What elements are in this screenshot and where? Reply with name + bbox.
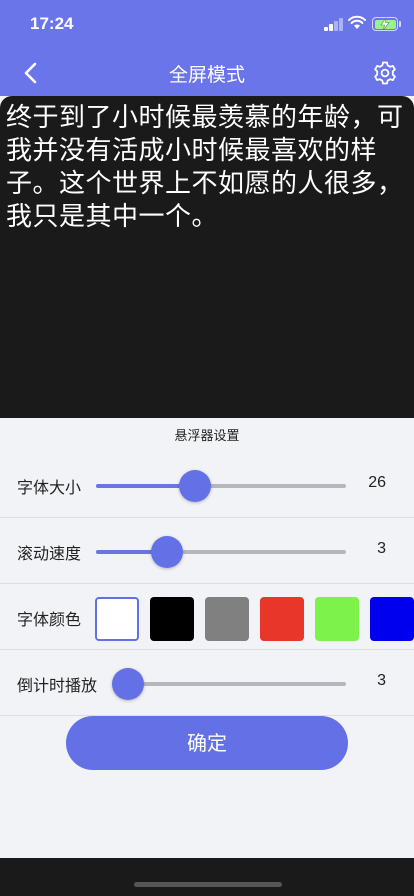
font-size-slider-thumb[interactable]: [178, 470, 211, 502]
charging-bolt-icon: [380, 17, 390, 31]
teleprompter-text: 终于到了小时候最羡慕的年龄，可我并没有活成小时候最喜欢的样子。这个世界上不如愿的…: [6, 103, 404, 232]
page-title: 全屏模式: [168, 64, 245, 86]
scroll-speed-label: 滚动速度: [17, 544, 82, 563]
font-color-row: 字体颜色: [0, 584, 414, 650]
countdown-value: 3: [377, 672, 386, 689]
countdown-row: 倒计时播放 3: [0, 650, 414, 716]
color-swatch[interactable]: [370, 597, 414, 641]
gear-icon: [374, 61, 396, 85]
font-size-label: 字体大小: [17, 478, 82, 497]
header: 17:24 全屏模式: [0, 0, 414, 96]
wifi-icon: [348, 15, 366, 29]
home-indicator: [134, 882, 282, 887]
bottom-bar: [0, 858, 414, 896]
status-time: 17:24: [30, 14, 74, 33]
font-size-value: 26: [368, 474, 386, 491]
font-color-swatches: [94, 595, 414, 641]
color-swatch[interactable]: [150, 597, 194, 641]
panel-title: 悬浮器设置: [174, 429, 240, 444]
settings-button[interactable]: [372, 60, 398, 86]
font-color-label: 字体颜色: [17, 610, 82, 629]
status-bar: 17:24: [0, 0, 414, 50]
battery-cap: [399, 21, 401, 27]
font-size-row: 字体大小 26: [0, 452, 414, 518]
teleprompter-display[interactable]: 终于到了小时候最羡慕的年龄，可我并没有活成小时候最喜欢的样子。这个世界上不如愿的…: [0, 96, 414, 418]
countdown-slider-thumb[interactable]: [112, 668, 144, 700]
color-swatch[interactable]: [260, 597, 304, 641]
cellular-signal-icon: [324, 18, 344, 31]
scroll-speed-slider[interactable]: [96, 550, 346, 554]
countdown-label: 倒计时播放: [17, 676, 98, 695]
color-swatch[interactable]: [95, 597, 139, 641]
scroll-speed-slider-thumb[interactable]: [150, 536, 183, 568]
color-swatch[interactable]: [205, 597, 249, 641]
confirm-button[interactable]: 确定: [66, 716, 348, 770]
scroll-speed-value: 3: [377, 540, 386, 557]
floating-settings-panel: 悬浮器设置 字体大小 26 滚动速度 3 字体颜色 倒计时播放 3: [0, 418, 414, 858]
countdown-slider[interactable]: [112, 682, 346, 686]
color-swatch[interactable]: [315, 597, 359, 641]
scroll-speed-row: 滚动速度 3: [0, 518, 414, 584]
font-size-slider[interactable]: [96, 484, 346, 488]
